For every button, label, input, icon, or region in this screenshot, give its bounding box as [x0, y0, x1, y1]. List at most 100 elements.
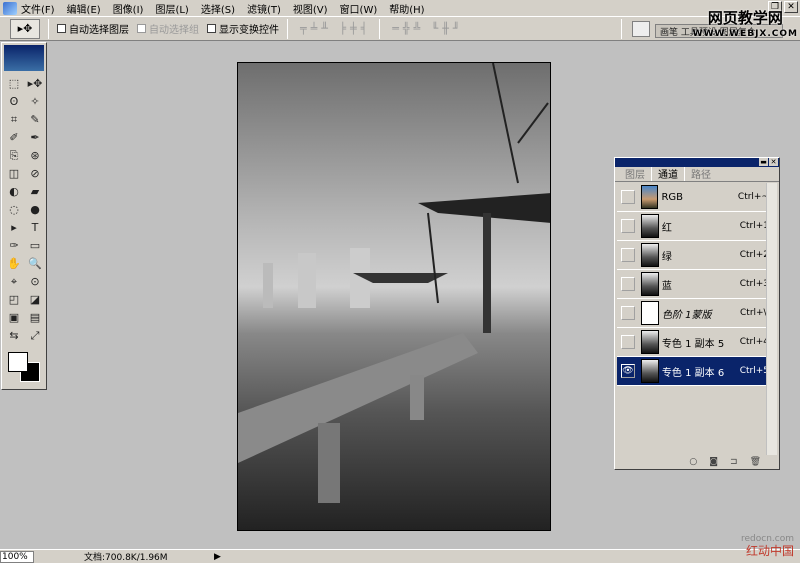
- divider: [621, 18, 622, 39]
- channel-shortcut: Ctrl+5: [739, 366, 769, 376]
- menu-bar: 文件(F) 编辑(E) 图像(I) 图层(L) 选择(S) 滤镜(T) 视图(V) 窗口(W)…: [0, 0, 800, 16]
- channel-row[interactable]: 专色 1 副本 5 Ctrl+4: [617, 328, 769, 357]
- tool-button[interactable]: ◐: [4, 183, 24, 200]
- channel-row[interactable]: RGB Ctrl+~: [617, 183, 769, 212]
- align-buttons[interactable]: ╤╧╨ ╞╪╡: [300, 22, 371, 35]
- zoom-field[interactable]: 100%: [0, 550, 34, 563]
- tool-button[interactable]: ⤢: [25, 327, 45, 344]
- channel-row[interactable]: 蓝 Ctrl+3: [617, 270, 769, 299]
- channel-thumbnail: [641, 301, 659, 325]
- distribute-buttons[interactable]: ═╬╩ ╙╫╜: [392, 22, 463, 35]
- tool-button[interactable]: T: [25, 219, 45, 236]
- tool-button[interactable]: ✋: [4, 255, 24, 272]
- photo-boardwalk: [238, 63, 550, 503]
- channel-shortcut: Ctrl+3: [739, 279, 769, 289]
- menu-item[interactable]: 视图(V): [293, 1, 328, 16]
- checkbox-icon: [207, 24, 216, 33]
- channel-row[interactable]: 红 Ctrl+1: [617, 212, 769, 241]
- tool-button[interactable]: ◪: [25, 291, 45, 308]
- tool-button[interactable]: ✑: [4, 237, 24, 254]
- divider: [287, 18, 288, 39]
- document-canvas[interactable]: [237, 62, 551, 531]
- load-selection-icon[interactable]: ○: [689, 457, 697, 467]
- visibility-toggle[interactable]: [621, 277, 635, 291]
- tool-button[interactable]: ✐: [4, 129, 24, 146]
- tool-button[interactable]: 🔍: [25, 255, 45, 272]
- photoshop-icon[interactable]: [3, 1, 17, 15]
- menu-item[interactable]: 选择(S): [201, 1, 235, 16]
- tool-button[interactable]: ⎘: [4, 147, 24, 164]
- tool-button[interactable]: ▸: [4, 219, 24, 236]
- panel-tabs: 图层 通道 路径: [615, 165, 779, 182]
- tab-0[interactable]: 图层: [619, 166, 651, 181]
- scrollbar[interactable]: [766, 183, 777, 455]
- channel-thumbnail: [640, 272, 659, 296]
- menu-item[interactable]: 图层(L): [155, 1, 188, 16]
- panel-footer: ○ ◙ ⊐ 🗑: [615, 455, 779, 469]
- document-size[interactable]: 文档:700.8K/1.96M: [84, 550, 214, 563]
- menu-item[interactable]: 文件(F): [21, 1, 55, 16]
- tool-button[interactable]: ⌗: [4, 111, 24, 128]
- tool-button[interactable]: ✎: [25, 111, 45, 128]
- visibility-toggle[interactable]: [621, 248, 635, 262]
- visibility-toggle[interactable]: [621, 306, 635, 320]
- tool-button[interactable]: ✧: [25, 93, 45, 110]
- tool-button[interactable]: ⇆: [4, 327, 24, 344]
- tab-2[interactable]: 路径: [685, 166, 717, 181]
- tool-button[interactable]: ◫: [4, 165, 24, 182]
- tool-button[interactable]: ⌖: [4, 273, 24, 290]
- status-bar: 100% 文档:700.8K/1.96M ▶: [0, 549, 800, 563]
- tool-button[interactable]: ▸✥: [25, 75, 45, 92]
- divider: [379, 18, 381, 39]
- channel-shortcut: Ctrl+\: [740, 308, 767, 318]
- watermark-redocn: redocn.com 红动中国: [741, 534, 794, 558]
- new-channel-icon[interactable]: ⊐: [730, 457, 738, 467]
- auto-select-group-checkbox[interactable]: 自动选择组: [137, 21, 199, 36]
- visibility-toggle[interactable]: [621, 219, 635, 233]
- foreground-color[interactable]: [8, 352, 28, 372]
- channel-row[interactable]: 绿 Ctrl+2: [617, 241, 769, 270]
- tool-button[interactable]: ʘ: [4, 93, 24, 110]
- tool-button[interactable]: ▭: [25, 237, 45, 254]
- tool-button[interactable]: ▤: [25, 309, 45, 326]
- tool-button[interactable]: ▣: [4, 309, 24, 326]
- tool-button[interactable]: ⬚: [4, 75, 24, 92]
- save-selection-icon[interactable]: ◙: [709, 457, 718, 467]
- menu-item[interactable]: 窗口(W): [340, 1, 378, 16]
- tool-button[interactable]: ▰: [25, 183, 45, 200]
- checkbox-icon: [137, 24, 146, 33]
- show-transform-controls-checkbox[interactable]: 显示变换控件: [207, 21, 279, 36]
- tool-button[interactable]: ⊛: [25, 147, 45, 164]
- channel-shortcut: Ctrl+1: [739, 221, 769, 231]
- status-menu-arrow[interactable]: ▶: [214, 552, 221, 562]
- color-swatches[interactable]: [4, 350, 44, 384]
- eye-icon[interactable]: 👁: [621, 364, 635, 378]
- tool-button[interactable]: ●: [25, 201, 45, 218]
- tool-preset-picker[interactable]: ▸✥: [10, 18, 40, 39]
- panel-titlebar[interactable]: ▬ ✕: [615, 158, 779, 167]
- close-button[interactable]: ✕: [769, 158, 778, 166]
- channel-row[interactable]: 色阶 1蒙版 Ctrl+\: [617, 299, 769, 328]
- tool-button[interactable]: ◌: [4, 201, 24, 218]
- menu-item[interactable]: 编辑(E): [67, 1, 101, 16]
- channel-name: 蓝: [661, 280, 672, 292]
- tool-button[interactable]: ⊘: [25, 165, 45, 182]
- channel-row[interactable]: 👁 专色 1 副本 6 Ctrl+5: [617, 357, 769, 386]
- toolbox: ⬚ ▸✥ ʘ ✧ ⌗ ✎ ✐ ✒ ⎘ ⊛ ◫ ⊘ ◐ ▰ ◌ ● ▸ T ✑ ▭ ✋ 🔍 ⌖ ⊙ ◰ ◪ ▣ ▤ ⇆ ⤢: [1, 42, 47, 390]
- visibility-toggle[interactable]: [621, 335, 635, 349]
- menu-item[interactable]: 图像(I): [113, 1, 144, 16]
- tool-button[interactable]: ⊙: [25, 273, 45, 290]
- tool-button[interactable]: ✒: [25, 129, 45, 146]
- checkbox-icon: [57, 24, 66, 33]
- visibility-toggle[interactable]: [621, 190, 635, 204]
- tab-1[interactable]: 通道: [651, 165, 685, 181]
- channel-name: 红: [661, 222, 672, 234]
- channel-name: 色阶 1蒙版: [662, 309, 712, 321]
- menu-item[interactable]: 滤镜(T): [247, 1, 281, 16]
- menu-item[interactable]: 帮助(H): [389, 1, 424, 16]
- minimize-button[interactable]: ▬: [759, 158, 768, 166]
- file-browser-icon[interactable]: [632, 20, 650, 37]
- auto-select-layer-checkbox[interactable]: 自动选择图层: [57, 21, 129, 36]
- tool-button[interactable]: ◰: [4, 291, 24, 308]
- trash-icon[interactable]: 🗑: [750, 457, 761, 467]
